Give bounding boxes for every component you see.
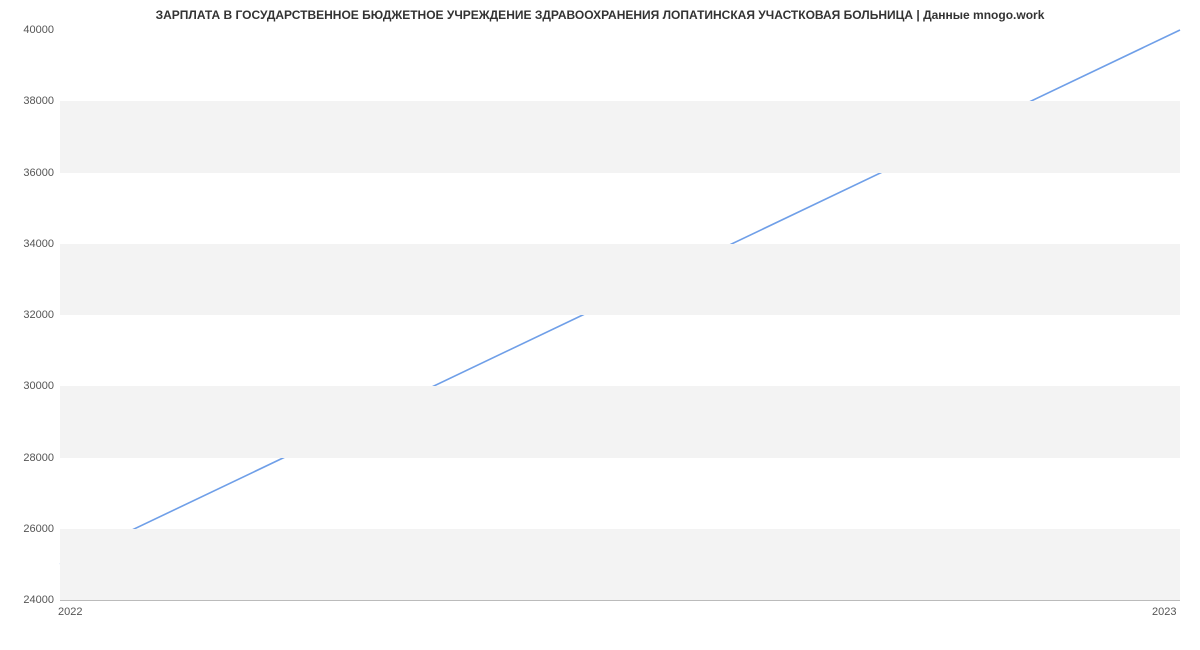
y-tick-label: 26000	[4, 523, 54, 535]
plot-band	[60, 244, 1180, 315]
y-tick-label: 30000	[4, 380, 54, 392]
plot-band	[60, 386, 1180, 457]
salary-chart: ЗАРПЛАТА В ГОСУДАРСТВЕННОЕ БЮДЖЕТНОЕ УЧР…	[0, 0, 1200, 650]
y-tick-label: 40000	[4, 24, 54, 36]
plot-area	[60, 30, 1180, 601]
x-tick-label: 2023	[1152, 606, 1176, 618]
y-tick-label: 38000	[4, 95, 54, 107]
y-tick-label: 32000	[4, 309, 54, 321]
plot-band	[60, 529, 1180, 600]
plot-band	[60, 101, 1180, 172]
y-tick-label: 34000	[4, 238, 54, 250]
x-tick-label: 2022	[58, 606, 82, 618]
y-tick-label: 28000	[4, 452, 54, 464]
y-tick-label: 36000	[4, 167, 54, 179]
y-tick-label: 24000	[4, 594, 54, 606]
chart-title: ЗАРПЛАТА В ГОСУДАРСТВЕННОЕ БЮДЖЕТНОЕ УЧР…	[0, 8, 1200, 22]
